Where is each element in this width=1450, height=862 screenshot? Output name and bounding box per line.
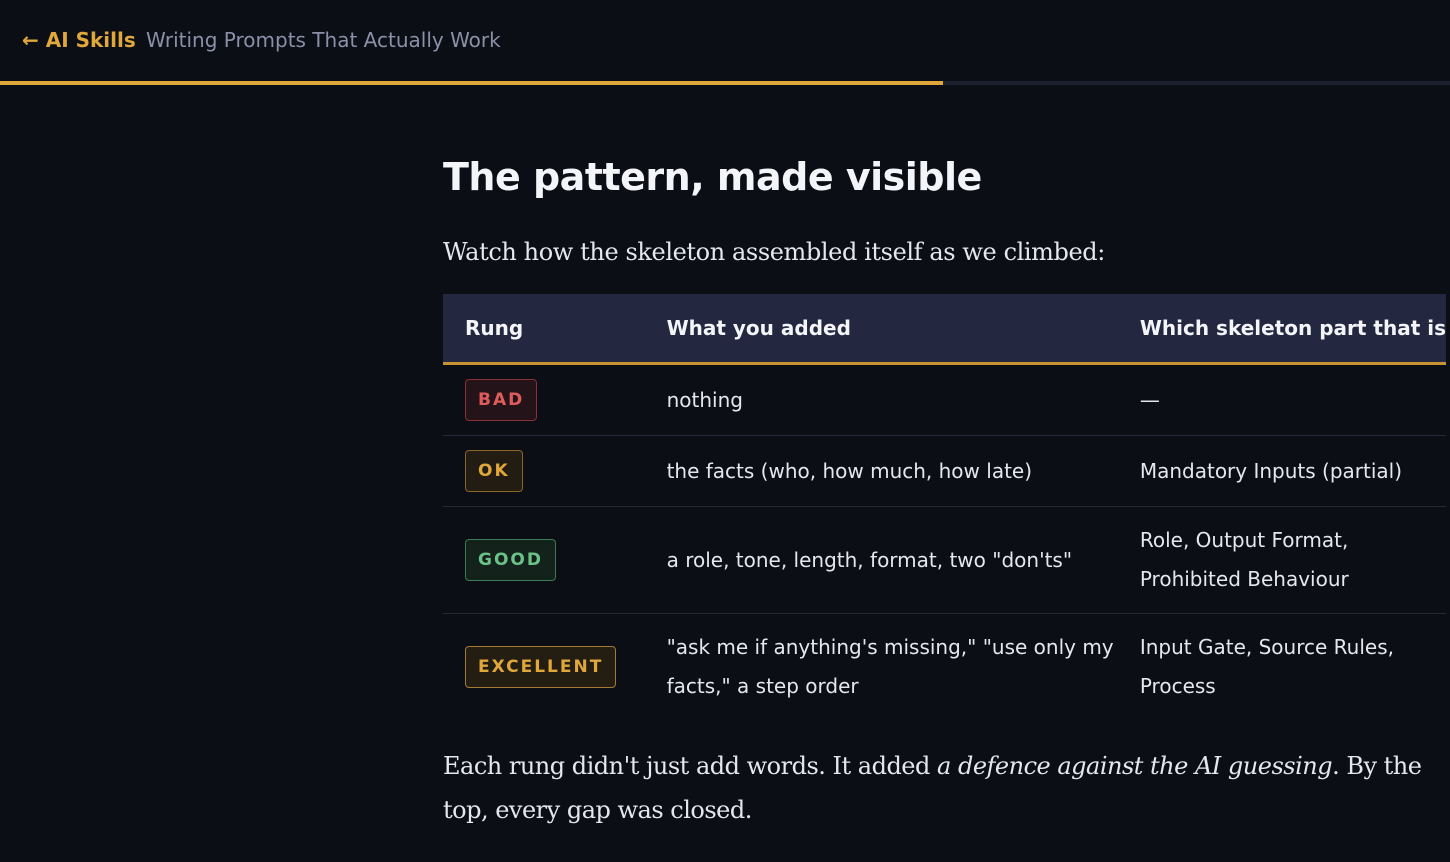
table-row: GOOD a role, tone, length, format, two "… bbox=[443, 506, 1446, 614]
cell-added: the facts (who, how much, how late) bbox=[644, 435, 1118, 507]
table-header-row: Rung What you added Which skeleton part … bbox=[443, 294, 1446, 365]
rung-badge-excellent: EXCELLENT bbox=[465, 646, 617, 688]
cell-added: a role, tone, length, format, two "don't… bbox=[644, 506, 1118, 614]
section-title: The pattern, made visible bbox=[443, 155, 982, 199]
reading-progress-bar bbox=[0, 81, 1450, 85]
cell-skeleton-part: — bbox=[1117, 363, 1446, 436]
cell-skeleton-part: Input Gate, Source Rules, Process bbox=[1139, 635, 1394, 698]
cell-added: "ask me if anything's missing," "use onl… bbox=[666, 635, 1114, 698]
table-row: BAD nothing — bbox=[443, 363, 1446, 436]
header-rung: Rung bbox=[443, 294, 645, 365]
table-row: OK the facts (who, how much, how late) M… bbox=[443, 435, 1446, 507]
reading-progress-fill bbox=[0, 81, 943, 85]
top-bar: ← AI Skills Writing Prompts That Actuall… bbox=[0, 0, 1450, 82]
section-outro: Each rung didn't just add words. It adde… bbox=[443, 744, 1446, 832]
header-skeleton-part: Which skeleton part that is bbox=[1117, 294, 1446, 365]
outro-emphasis: a defence against the AI guessing bbox=[937, 752, 1333, 780]
outro-text-start: Each rung didn't just add words. It adde… bbox=[443, 752, 938, 780]
rung-badge-ok: OK bbox=[465, 450, 523, 492]
section-intro: Watch how the skeleton assembled itself … bbox=[443, 238, 1105, 266]
cell-added: nothing bbox=[644, 363, 1118, 436]
rung-badge-bad: BAD bbox=[465, 379, 538, 421]
article-content: The pattern, made visible Watch how the … bbox=[443, 150, 1446, 832]
skeleton-table: Rung What you added Which skeleton part … bbox=[443, 294, 1446, 720]
cell-skeleton-part: Role, Output Format, Prohibited Behaviou… bbox=[1117, 506, 1446, 614]
header-what-you-added: What you added bbox=[644, 294, 1118, 365]
rung-badge-good: GOOD bbox=[465, 539, 556, 581]
table-row: EXCELLENT "ask me if anything's missing,… bbox=[443, 614, 1446, 721]
cell-skeleton-part: Mandatory Inputs (partial) bbox=[1117, 435, 1446, 507]
page-breadcrumb-title: Writing Prompts That Actually Work bbox=[146, 28, 501, 52]
back-link-ai-skills[interactable]: ← AI Skills bbox=[22, 28, 136, 52]
